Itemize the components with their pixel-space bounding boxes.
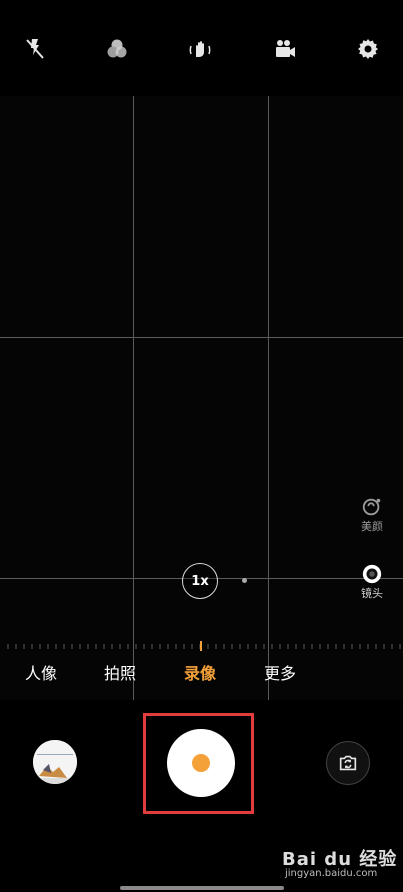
home-indicator[interactable] <box>120 886 284 890</box>
gallery-thumbnail[interactable] <box>33 740 77 784</box>
zoom-button[interactable]: 1x <box>182 563 218 599</box>
beauty-label: 美颜 <box>361 520 383 533</box>
mode-tab-more[interactable]: 更多 <box>264 660 296 684</box>
thumbnail-image <box>33 740 77 784</box>
lens-button[interactable]: 镜头 <box>352 563 392 601</box>
mode-tab-photo[interactable]: 拍照 <box>104 660 136 684</box>
record-dot <box>192 754 210 772</box>
video-format-icon[interactable] <box>272 36 298 62</box>
grid-line <box>0 337 403 338</box>
switch-camera-icon <box>339 755 357 771</box>
record-button[interactable] <box>167 729 235 797</box>
gear-icon[interactable] <box>355 36 381 62</box>
zoom-dot[interactable] <box>242 578 247 583</box>
watermark-url: jingyan.baidu.com <box>285 868 378 879</box>
beauty-button[interactable]: 美颜 <box>352 496 392 534</box>
mode-tab-portrait[interactable]: 人像 <box>25 660 57 684</box>
stabilization-icon[interactable] <box>187 36 213 62</box>
lens-label: 镜头 <box>361 587 383 600</box>
lens-icon <box>362 564 382 584</box>
mode-tab-video[interactable]: 录像 <box>184 660 216 684</box>
filter-icon[interactable] <box>104 36 130 62</box>
switch-camera-button[interactable] <box>326 741 370 785</box>
zoom-ruler[interactable] <box>0 640 403 652</box>
beauty-icon <box>362 498 381 516</box>
flash-off-icon[interactable] <box>22 36 48 62</box>
